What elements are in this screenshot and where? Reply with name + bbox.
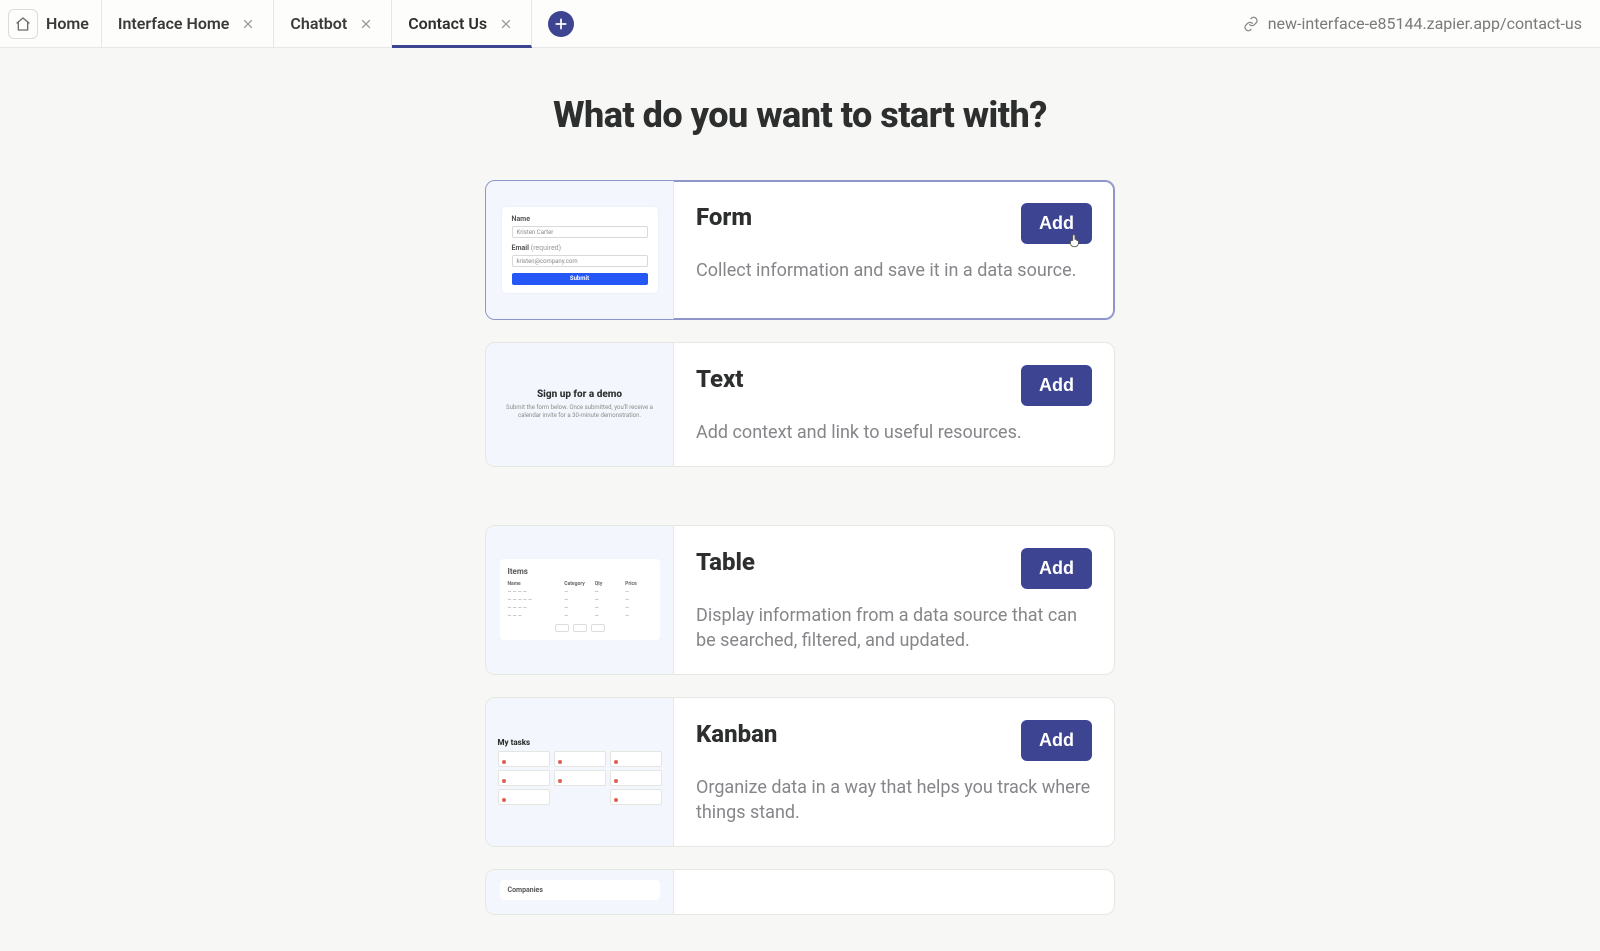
card-thumb-next: Companies [486,870,674,914]
card-title: Kanban [696,720,777,748]
card-thumb-table: Items NameCategoryQtyPrice — — — ———— — … [486,526,674,674]
thumb-label: Name [512,215,648,223]
thumb-pager [508,624,652,632]
thumb-table-row: — — ———— [508,612,652,620]
card-table[interactable]: Items NameCategoryQtyPrice — — — ———— — … [485,525,1115,675]
page-title: What do you want to start with? [553,94,1047,136]
card-kanban[interactable]: My tasks Kanban Add Organize data in a w… [485,697,1115,847]
card-desc: Collect information and save it in a dat… [696,258,1092,284]
home-icon [8,9,38,39]
add-button-text[interactable]: Add [1021,365,1092,406]
card-header-row: Text Add [696,365,1092,406]
thumb-field: Kristen Carter [512,226,648,238]
thumb-heading: Companies [500,880,660,900]
page-url[interactable]: new-interface-e85144.zapier.app/contact-… [1242,14,1600,33]
card-text[interactable]: Sign up for a demo Submit the form below… [485,342,1115,467]
thumb-text-preview: Sign up for a demo Submit the form below… [500,389,660,420]
card-header-row: Form Add [696,203,1092,244]
close-icon[interactable] [357,15,375,33]
card-header-row: Kanban Add [696,720,1092,761]
spacer [485,489,1115,503]
cursor-icon [1068,233,1082,247]
card-thumb-form: Name Kristen Carter Email (required) kri… [486,181,674,319]
tab-label: Interface Home [118,14,230,33]
url-text: new-interface-e85144.zapier.app/contact-… [1268,14,1582,33]
close-icon[interactable] [239,15,257,33]
card-body: Text Add Add context and link to useful … [674,343,1114,466]
tab-home-label: Home [46,14,89,33]
add-tab-button[interactable] [548,11,574,37]
thumb-kanban-cols [498,751,662,805]
thumb-paragraph: Submit the form below. Once submitted, y… [500,404,660,420]
thumb-form-preview: Name Kristen Carter Email (required) kri… [502,207,658,293]
card-header-row: Table Add [696,548,1092,589]
card-next[interactable]: Companies [485,869,1115,915]
thumb-field: kristen@company.com [512,255,648,267]
thumb-table-row: — — — ———— [508,604,652,612]
card-title: Table [696,548,755,576]
card-thumb-kanban: My tasks [486,698,674,846]
component-card-list: Name Kristen Carter Email (required) kri… [485,180,1115,915]
thumb-table-preview: Items NameCategoryQtyPrice — — — ———— — … [500,559,660,640]
add-button-table[interactable]: Add [1021,548,1092,589]
card-body: Kanban Add Organize data in a way that h… [674,698,1114,846]
card-title: Text [696,365,743,393]
thumb-submit: Submit [512,273,648,285]
close-icon[interactable] [497,15,515,33]
thumb-table-header: NameCategoryQtyPrice [508,580,652,588]
card-form[interactable]: Name Kristen Carter Email (required) kri… [485,180,1115,320]
link-icon [1242,15,1260,33]
card-thumb-text: Sign up for a demo Submit the form below… [486,343,674,466]
thumb-heading: My tasks [498,738,662,747]
thumb-table-row: — — — ———— [508,588,652,596]
tab-interface-home[interactable]: Interface Home [102,0,275,48]
add-button-kanban[interactable]: Add [1021,720,1092,761]
tab-contact-us[interactable]: Contact Us [392,0,532,48]
card-desc: Organize data in a way that helps you tr… [696,775,1092,826]
tab-chatbot[interactable]: Chatbot [274,0,392,48]
card-body: Table Add Display information from a dat… [674,526,1114,674]
card-body: Form Add Collect information and save it… [674,181,1114,319]
card-desc: Display information from a data source t… [696,603,1092,654]
top-tab-bar: Home Interface Home Chatbot Contact Us n… [0,0,1600,48]
tab-label: Contact Us [408,14,487,33]
thumb-kanban-preview: My tasks [498,738,662,805]
card-desc: Add context and link to useful resources… [696,420,1092,446]
thumb-table-row: — — — — ———— [508,596,652,604]
tab-label: Chatbot [290,14,347,33]
tab-home[interactable]: Home [0,0,102,48]
card-title: Form [696,203,752,231]
thumb-heading: Sign up for a demo [500,389,660,400]
card-body [674,870,1114,914]
thumb-label: Email (required) [512,244,648,252]
thumb-heading: Items [508,567,652,576]
main-content: What do you want to start with? Name Kri… [0,48,1600,915]
